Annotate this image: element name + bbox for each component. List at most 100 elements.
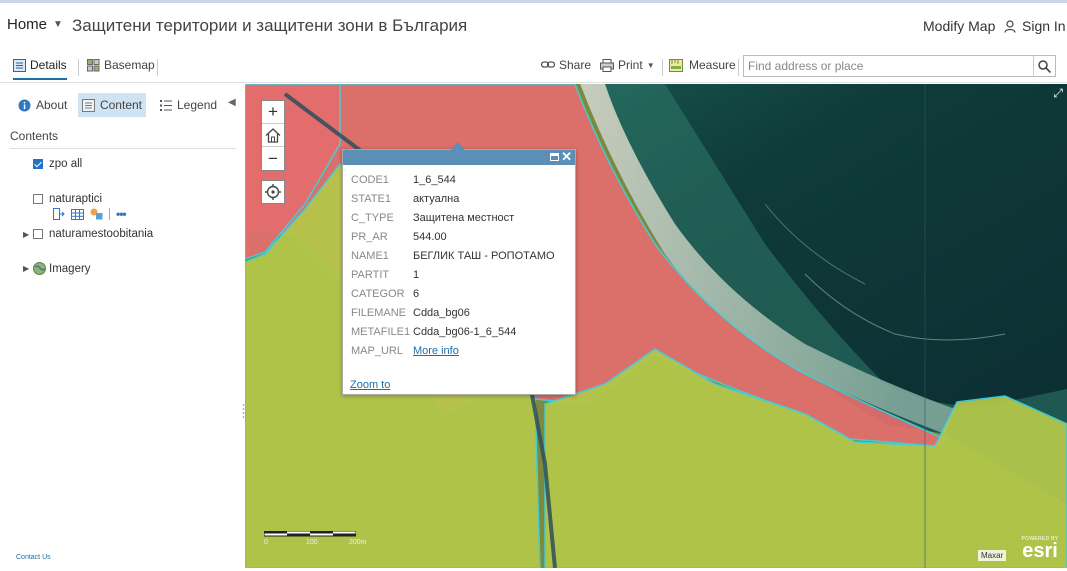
- layer-item[interactable]: naturaptici: [33, 193, 102, 205]
- info-icon: [18, 99, 31, 111]
- tab-details[interactable]: Details: [13, 58, 67, 80]
- details-label: Details: [30, 58, 67, 72]
- share-icon: [541, 61, 555, 68]
- scale-bar: [264, 531, 356, 537]
- layer-visibility-checkbox[interactable]: [33, 194, 43, 204]
- search-box: [743, 55, 1056, 77]
- expand-arrow-icon[interactable]: ▶: [23, 264, 29, 273]
- globe-icon: [33, 262, 46, 275]
- attribute-row: CATEGOR 6: [351, 288, 571, 307]
- legend-icon: [160, 99, 172, 111]
- basemap-label: Basemap: [104, 58, 155, 72]
- tab-legend[interactable]: Legend: [156, 93, 221, 117]
- contents-heading: Contents: [10, 129, 59, 143]
- printer-icon: [600, 58, 614, 72]
- imagery-attribution[interactable]: Maxar: [978, 550, 1007, 561]
- zoom-to-link[interactable]: Zoom to: [350, 379, 390, 391]
- search-icon: [1038, 59, 1051, 73]
- home-icon: [265, 127, 281, 143]
- more-options-icon[interactable]: •••: [116, 207, 127, 221]
- attribute-value: 1_6_544: [413, 174, 456, 186]
- layer-item[interactable]: zpo all: [33, 158, 82, 170]
- basemap-icon: [87, 58, 100, 71]
- attribute-key: FILEMANE: [351, 307, 407, 319]
- table-icon[interactable]: [71, 208, 84, 220]
- zoom-in-button[interactable]: +: [262, 101, 284, 124]
- home-menu[interactable]: Home ▼: [7, 16, 63, 33]
- attribute-key: STATE1: [351, 193, 391, 205]
- layer-item[interactable]: ▶ naturamestoobitania: [23, 228, 153, 240]
- collapse-panel-icon[interactable]: ◀: [228, 97, 236, 108]
- scale-label: 0: [264, 539, 268, 546]
- attribute-row: NAME1 БЕГЛИК ТАШ - РОПОТАМО: [351, 250, 571, 269]
- maximize-icon[interactable]: [550, 153, 559, 161]
- tab-about-label: About: [36, 98, 68, 112]
- locate-button[interactable]: [261, 180, 285, 204]
- print-button[interactable]: Print ▼: [600, 58, 655, 72]
- zoom-out-button[interactable]: −: [262, 147, 284, 170]
- scale-label: 100: [306, 539, 318, 546]
- attribute-value: Cdda_bg06: [413, 307, 470, 319]
- style-icon[interactable]: [90, 208, 103, 220]
- divider: [10, 148, 236, 149]
- sign-in-link[interactable]: Sign In: [1004, 18, 1066, 34]
- toolbar: Details Basemap Share Print ▼ Measure: [0, 50, 1067, 83]
- attribute-key: NAME1: [351, 250, 389, 262]
- attribute-value: Защитена местност: [413, 212, 515, 224]
- search-button[interactable]: [1033, 56, 1055, 76]
- chevron-down-icon: ▼: [646, 60, 655, 70]
- locate-icon: [265, 184, 281, 200]
- details-icon: [13, 58, 26, 72]
- search-input[interactable]: [744, 56, 1034, 76]
- popup-pointer: [451, 142, 465, 150]
- attribute-row: MAP_URL More info: [351, 345, 571, 364]
- more-info-link[interactable]: More info: [413, 345, 459, 357]
- sign-in-label: Sign In: [1022, 18, 1066, 34]
- layer-item[interactable]: ▶ Imagery: [23, 262, 91, 275]
- tab-legend-label: Legend: [177, 98, 218, 112]
- attribute-key: METAFILE1: [351, 326, 411, 338]
- attribute-key: PR_AR: [351, 231, 388, 243]
- feature-popup: ✕ CODE1 1_6_544 STATE1 актуална C_TYPE Защи…: [342, 142, 576, 395]
- layer-visibility-checkbox[interactable]: [33, 159, 43, 169]
- esri-logo[interactable]: POWERED BY esri: [1015, 536, 1065, 561]
- home-extent-button[interactable]: [262, 124, 284, 147]
- content-icon: [82, 98, 95, 112]
- toolbar-divider: [157, 59, 158, 76]
- layer-label: zpo all: [49, 158, 83, 170]
- modify-map-link[interactable]: Modify Map: [923, 18, 995, 34]
- share-button[interactable]: Share: [541, 58, 591, 72]
- close-icon[interactable]: ✕: [561, 149, 572, 165]
- expand-arrow-icon[interactable]: ▶: [23, 230, 29, 239]
- tab-about[interactable]: About: [14, 93, 71, 117]
- map-title: Защитени територии и защитени зони в Бъл…: [72, 16, 468, 35]
- toolbar-divider: [78, 59, 79, 76]
- fullscreen-icon[interactable]: ⤢: [1053, 86, 1063, 101]
- sidebar: About Content Legend ◀ Contents zpo all …: [0, 84, 245, 568]
- attribute-value: 544.00: [413, 231, 447, 243]
- popup-header: ✕: [343, 149, 575, 165]
- map-view[interactable]: + − ⤢ ✕ CODE1 1_6_544 STATE1 актуална C_TY…: [245, 84, 1067, 568]
- attribute-row: CODE1 1_6_544: [351, 174, 571, 193]
- measure-icon: [669, 58, 683, 72]
- chevron-down-icon: ▼: [53, 19, 63, 30]
- attribute-key: CATEGOR: [351, 288, 405, 300]
- layer-visibility-checkbox[interactable]: [33, 229, 43, 239]
- attribute-row: PARTIT 1: [351, 269, 571, 288]
- layer-tools: •••: [53, 207, 127, 221]
- legend-toggle-icon[interactable]: [53, 208, 65, 220]
- attribute-value: актуална: [413, 193, 460, 205]
- measure-button[interactable]: Measure: [669, 58, 736, 72]
- print-label: Print: [618, 58, 643, 72]
- tab-basemap[interactable]: Basemap: [87, 58, 155, 72]
- attribute-row: C_TYPE Защитена местност: [351, 212, 571, 231]
- attribute-row: PR_AR 544.00: [351, 231, 571, 250]
- attribute-key: C_TYPE: [351, 212, 394, 224]
- tab-content[interactable]: Content: [78, 93, 146, 117]
- popup-attributes: CODE1 1_6_544 STATE1 актуална C_TYPE Защите…: [351, 174, 571, 364]
- attribute-value: БЕГЛИК ТАШ - РОПОТАМО: [413, 250, 555, 262]
- attribute-value: 6: [413, 288, 420, 300]
- contact-us-link[interactable]: Contact Us: [16, 554, 51, 561]
- toolbar-divider: [738, 59, 739, 76]
- measure-label: Measure: [689, 58, 736, 72]
